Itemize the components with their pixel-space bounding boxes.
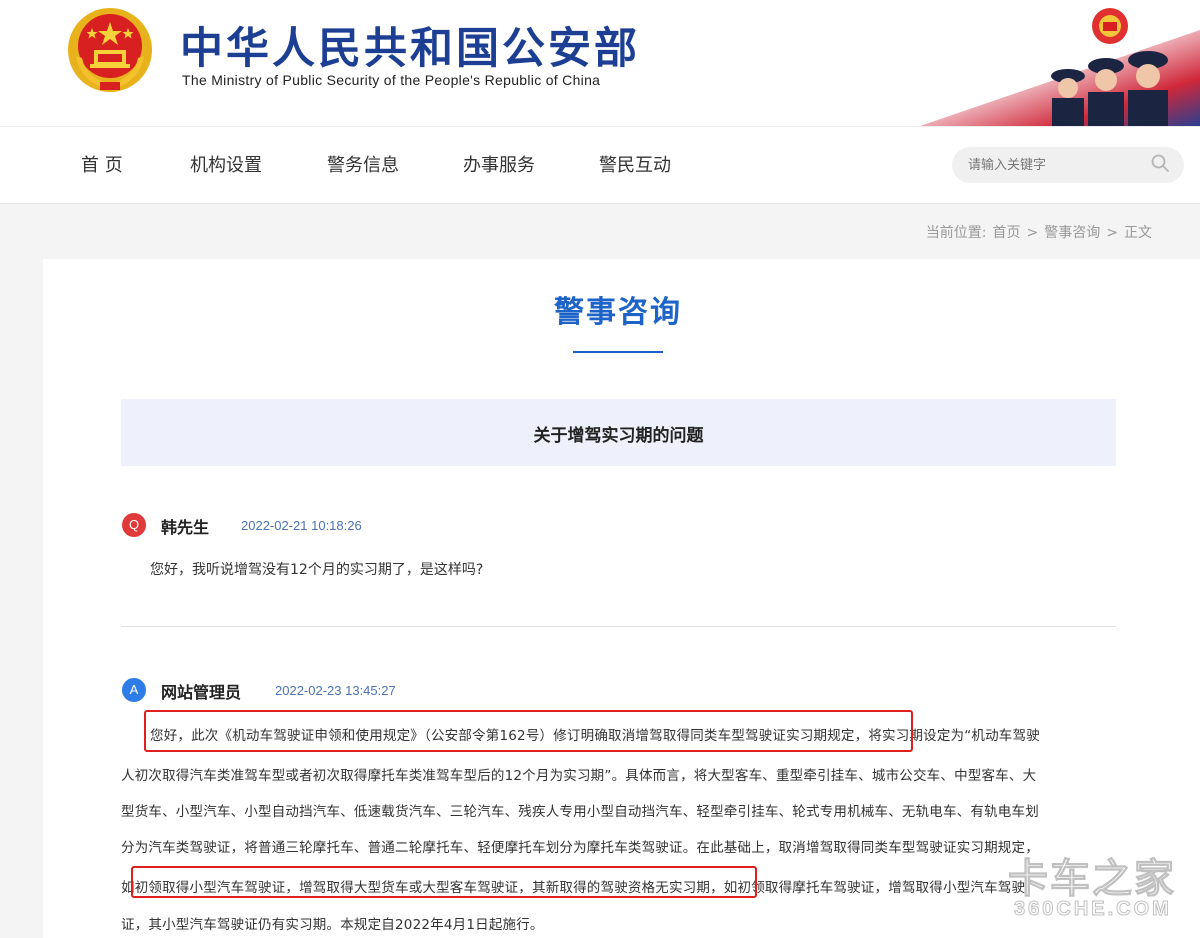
site-subtitle: The Ministry of Public Security of the P… [182,72,601,88]
police-banner-image [900,0,1200,126]
site-header: 中华人民共和国公安部 The Ministry of Public Securi… [0,0,1200,126]
nav-item-services[interactable]: 办事服务 [463,151,535,177]
breadcrumb-current: 正文 [1124,225,1152,241]
answer-badge-icon: A [122,678,146,702]
nav-item-home[interactable]: 首 页 [81,151,123,177]
nav-item-interaction[interactable]: 警民互动 [599,151,671,177]
question-author: 韩先生 [161,518,210,537]
highlight-box [144,710,913,752]
site-title: 中华人民共和国公安部 [180,24,640,74]
search-input[interactable] [968,154,1138,176]
breadcrumb: 当前位置: 首页 > 警事咨询 > 正文 [923,222,1155,242]
subject-banner: 关于增驾实习期的问题 [121,399,1116,466]
question-timestamp: 2022-02-21 10:18:26 [241,518,362,533]
answer-author: 网站管理员 [161,683,242,702]
search-icon[interactable] [1150,153,1170,173]
question-badge-icon: Q [122,513,146,537]
title-underline [573,351,663,353]
breadcrumb-separator: > [1026,225,1039,241]
page-title: 警事咨询 [554,295,682,330]
highlight-box [131,866,757,898]
breadcrumb-separator: > [1106,225,1118,241]
answer-timestamp: 2022-02-23 13:45:27 [275,683,396,698]
nav-item-organization[interactable]: 机构设置 [190,151,262,177]
divider [121,626,1116,627]
question-subject: 关于增驾实习期的问题 [533,426,704,446]
national-emblem-icon [68,8,152,92]
breadcrumb-section[interactable]: 警事咨询 [1044,225,1100,241]
breadcrumb-home[interactable]: 首页 [993,225,1021,241]
answer-line: 人初次取得汽车类准驾车型或者初次取得摩托车类准驾车型后的12个月为实习期”。具体… [121,768,1037,784]
main-nav: 首 页 机构设置 警务信息 办事服务 警民互动 [0,126,1200,204]
content-card: 警事咨询 关于增驾实习期的问题 Q 韩先生 2022-02-21 10:18:2… [43,259,1200,938]
nav-item-police-info[interactable]: 警务信息 [327,151,399,177]
question-text: 您好，我听说增驾没有12个月的实习期了，是这样吗? [150,562,484,578]
answer-line: 证，其小型汽车驾驶证仍有实习期。本规定自2022年4月1日起施行。 [121,917,544,933]
answer-line: 分为汽车类驾驶证，将普通三轮摩托车、普通二轮摩托车、轻便摩托车划分为摩托车类驾驶… [121,840,1039,856]
breadcrumb-prefix: 当前位置: [925,225,987,241]
answer-line: 型货车、小型汽车、小型自动挡汽车、低速载货汽车、三轮汽车、残疾人专用小型自动挡汽… [121,804,1039,820]
